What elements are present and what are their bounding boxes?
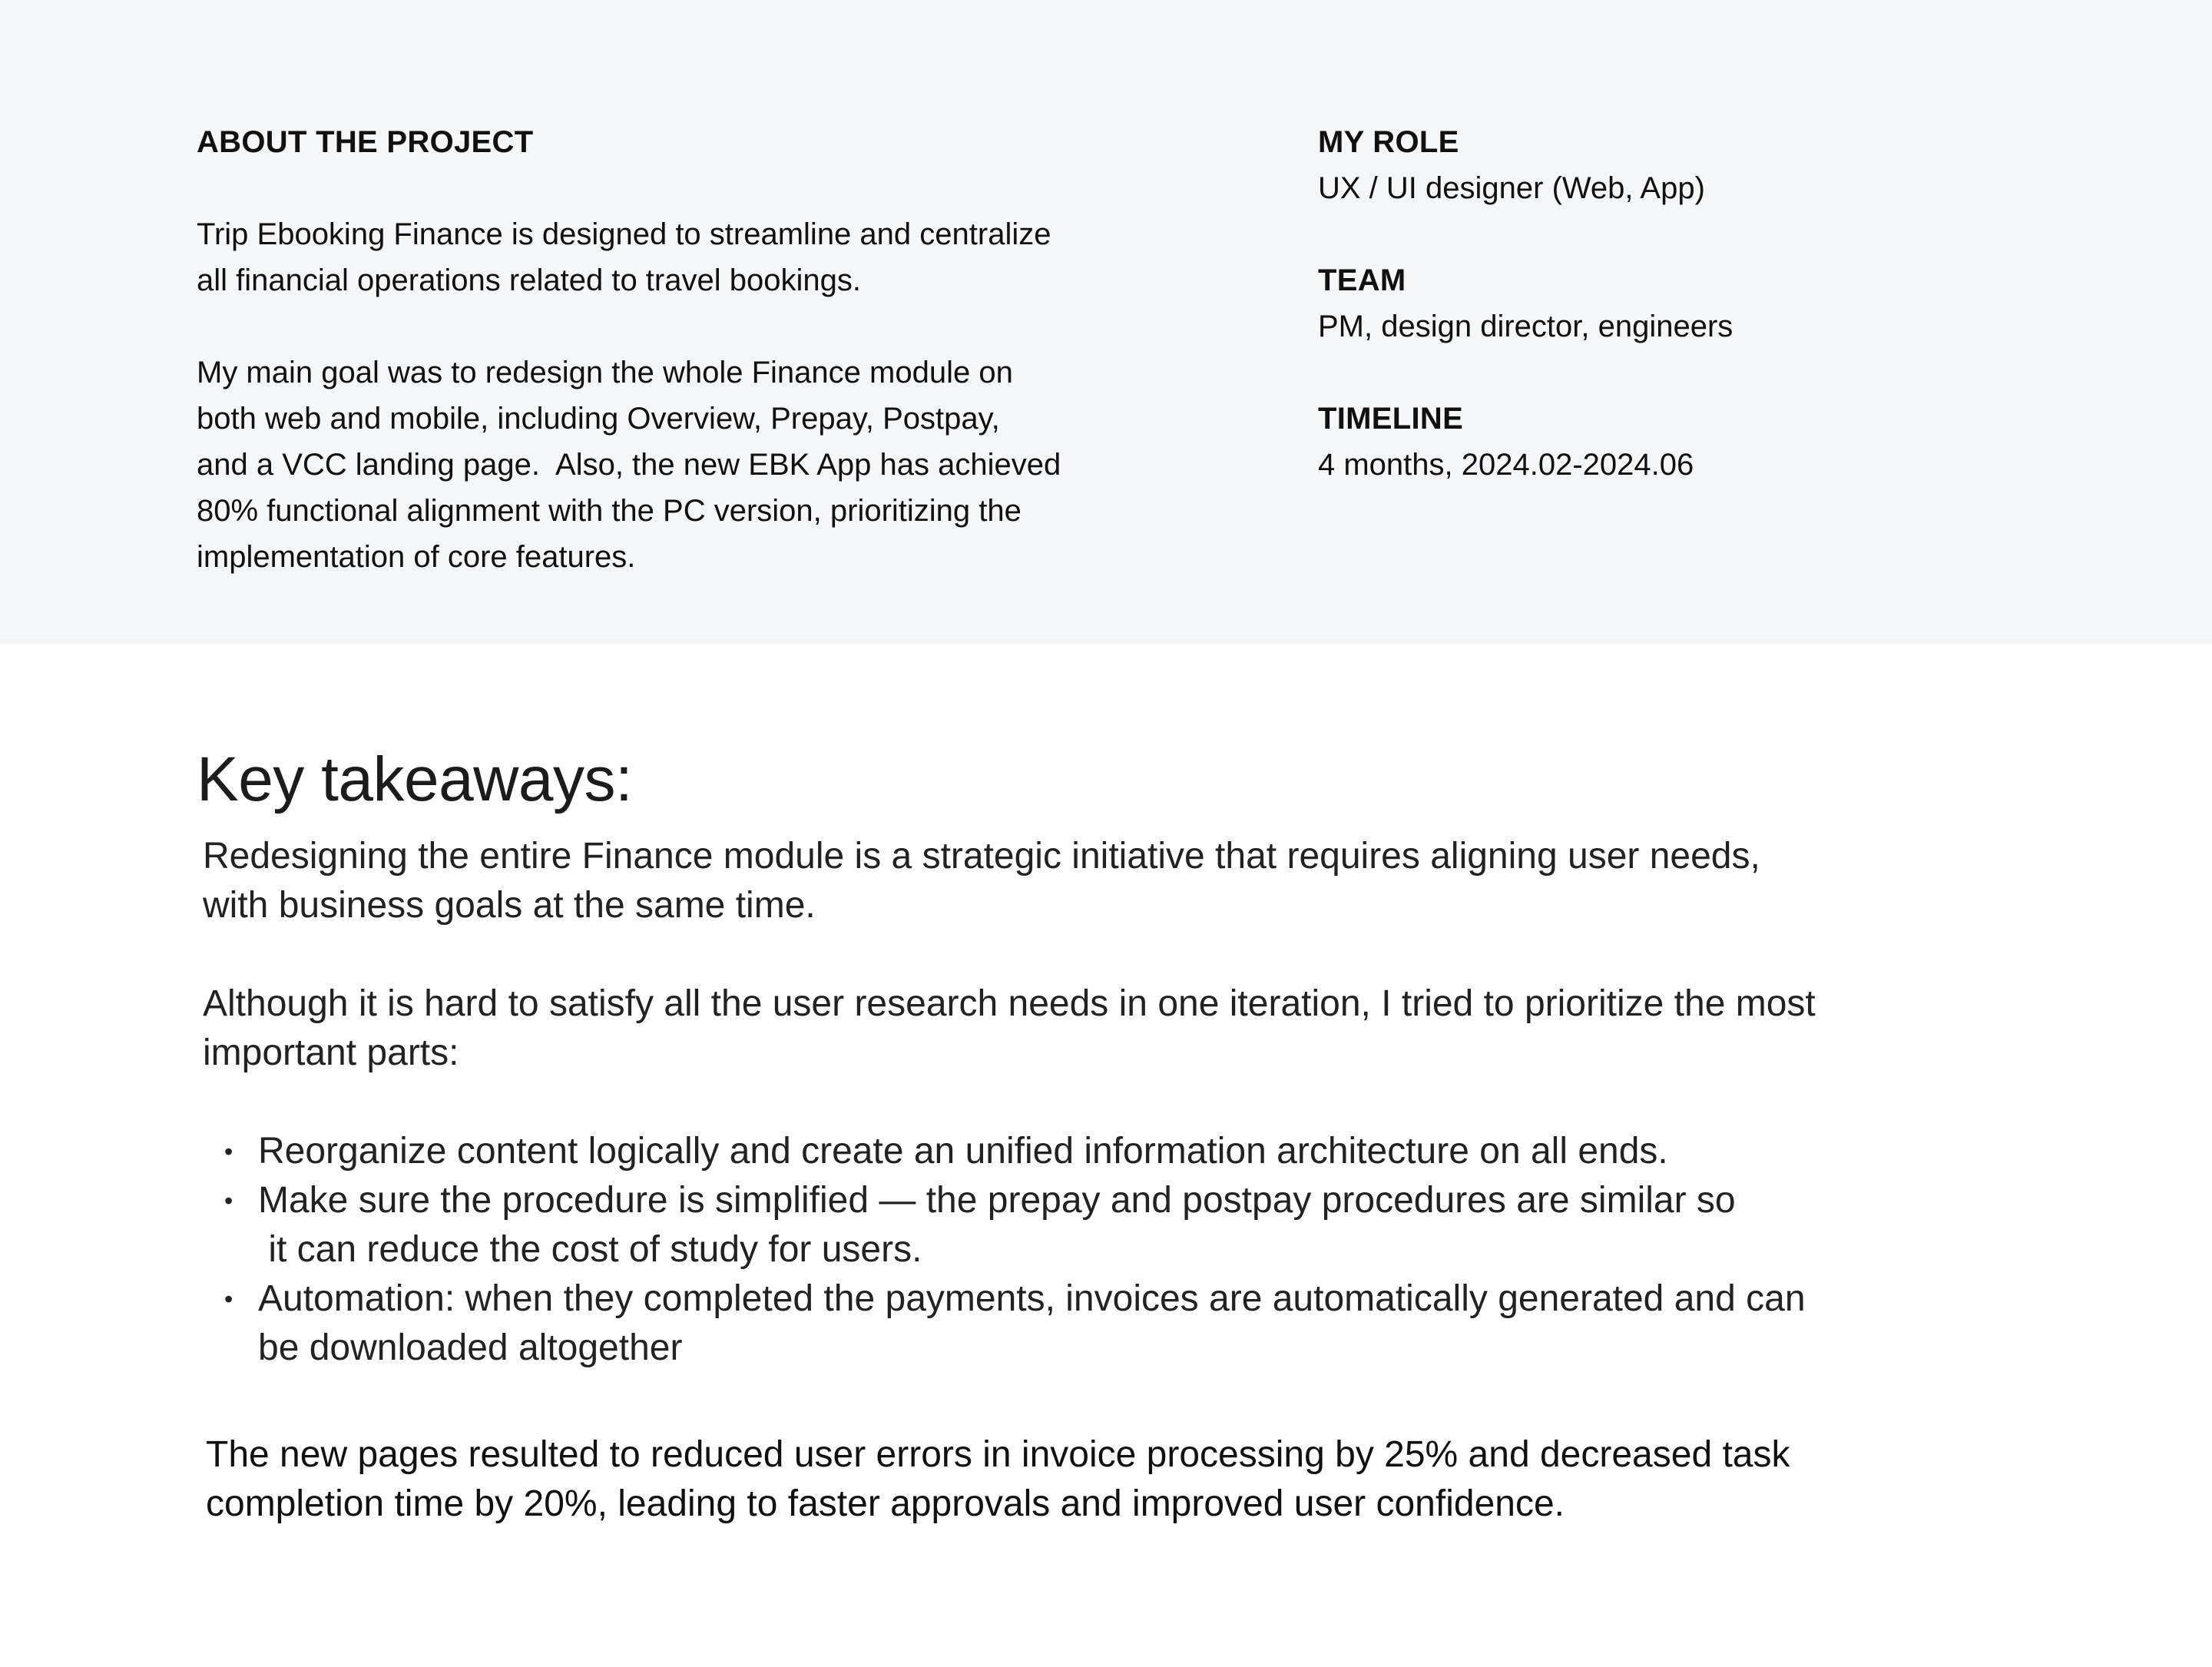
takeaways-intro-line-1: Redesigning the entire Finance module is…: [203, 836, 1760, 877]
project-meta-section: MY ROLE UX / UI designer (Web, App) TEAM…: [1318, 119, 2086, 534]
project-info-band: ABOUT THE PROJECT Trip Ebooking Finance …: [0, 0, 2212, 644]
about-project-heading: ABOUT THE PROJECT: [197, 125, 534, 159]
about-paragraph-1-line-2: all financial operations related to trav…: [197, 263, 861, 297]
team-heading: TEAM: [1318, 263, 1406, 297]
timeline-value: 4 months, 2024.02-2024.06: [1318, 448, 1694, 482]
takeaways-priority: Although it is hard to satisfy all the u…: [203, 979, 2061, 1078]
takeaways-intro: Redesigning the entire Finance module is…: [203, 832, 2061, 930]
about-paragraph-2-line-4: 80% functional alignment with the PC ver…: [197, 494, 1022, 528]
takeaways-intro-line-2: with business goals at the same time.: [203, 885, 816, 926]
bullet-item-2-line-1: Make sure the procedure is simplified — …: [258, 1180, 1736, 1221]
about-paragraph-2-line-5: implementation of core features.: [197, 540, 636, 574]
takeaways-priority-line-2: important parts:: [203, 1032, 459, 1073]
role-value: UX / UI designer (Web, App): [1318, 171, 1705, 205]
about-paragraph-2: My main goal was to redesign the whole F…: [197, 350, 1164, 580]
takeaways-result-line-1: The new pages resulted to reduced user e…: [206, 1434, 1790, 1475]
bullet-item: • Automation: when they completed the pa…: [224, 1274, 2061, 1373]
bullet-icon: •: [224, 1187, 233, 1215]
bullet-item: • Make sure the procedure is simplified …: [224, 1176, 2061, 1274]
about-paragraph-1: Trip Ebooking Finance is designed to str…: [197, 211, 1164, 303]
about-paragraph-2-line-3: and a VCC landing page. Also, the new EB…: [197, 448, 1061, 482]
timeline-block: TIMELINE 4 months, 2024.02-2024.06: [1318, 396, 2086, 488]
takeaways-result: The new pages resulted to reduced user e…: [206, 1430, 2049, 1529]
about-project-section: ABOUT THE PROJECT Trip Ebooking Finance …: [197, 119, 1164, 580]
takeaways-result-line-2: completion time by 20%, leading to faste…: [206, 1483, 1565, 1524]
bullet-item-3-line-2: be downloaded altogether: [258, 1327, 683, 1368]
team-value: PM, design director, engineers: [1318, 310, 1734, 343]
bullet-item-2-line-2: it can reduce the cost of study for user…: [258, 1229, 922, 1270]
bullet-item: • Reorganize content logically and creat…: [224, 1127, 2061, 1176]
role-heading: MY ROLE: [1318, 125, 1459, 159]
takeaways-bullet-list: • Reorganize content logically and creat…: [203, 1127, 2061, 1373]
bullet-item-1-line-1: Reorganize content logically and create …: [258, 1131, 1668, 1172]
key-takeaways-title: Key takeaways:: [197, 744, 633, 814]
key-takeaways-body: Redesigning the entire Finance module is…: [203, 832, 2061, 1373]
about-paragraph-2-line-2: both web and mobile, including Overview,…: [197, 402, 1000, 436]
bullet-icon: •: [224, 1138, 233, 1165]
about-paragraph-1-line-1: Trip Ebooking Finance is designed to str…: [197, 217, 1051, 251]
timeline-heading: TIMELINE: [1318, 402, 1464, 436]
role-block: MY ROLE UX / UI designer (Web, App): [1318, 119, 2086, 211]
team-block: TEAM PM, design director, engineers: [1318, 257, 2086, 350]
bullet-icon: •: [224, 1285, 233, 1313]
bullet-item-3-line-1: Automation: when they completed the paym…: [258, 1278, 1806, 1319]
about-paragraph-2-line-1: My main goal was to redesign the whole F…: [197, 356, 1013, 389]
takeaways-priority-line-1: Although it is hard to satisfy all the u…: [203, 983, 1816, 1024]
